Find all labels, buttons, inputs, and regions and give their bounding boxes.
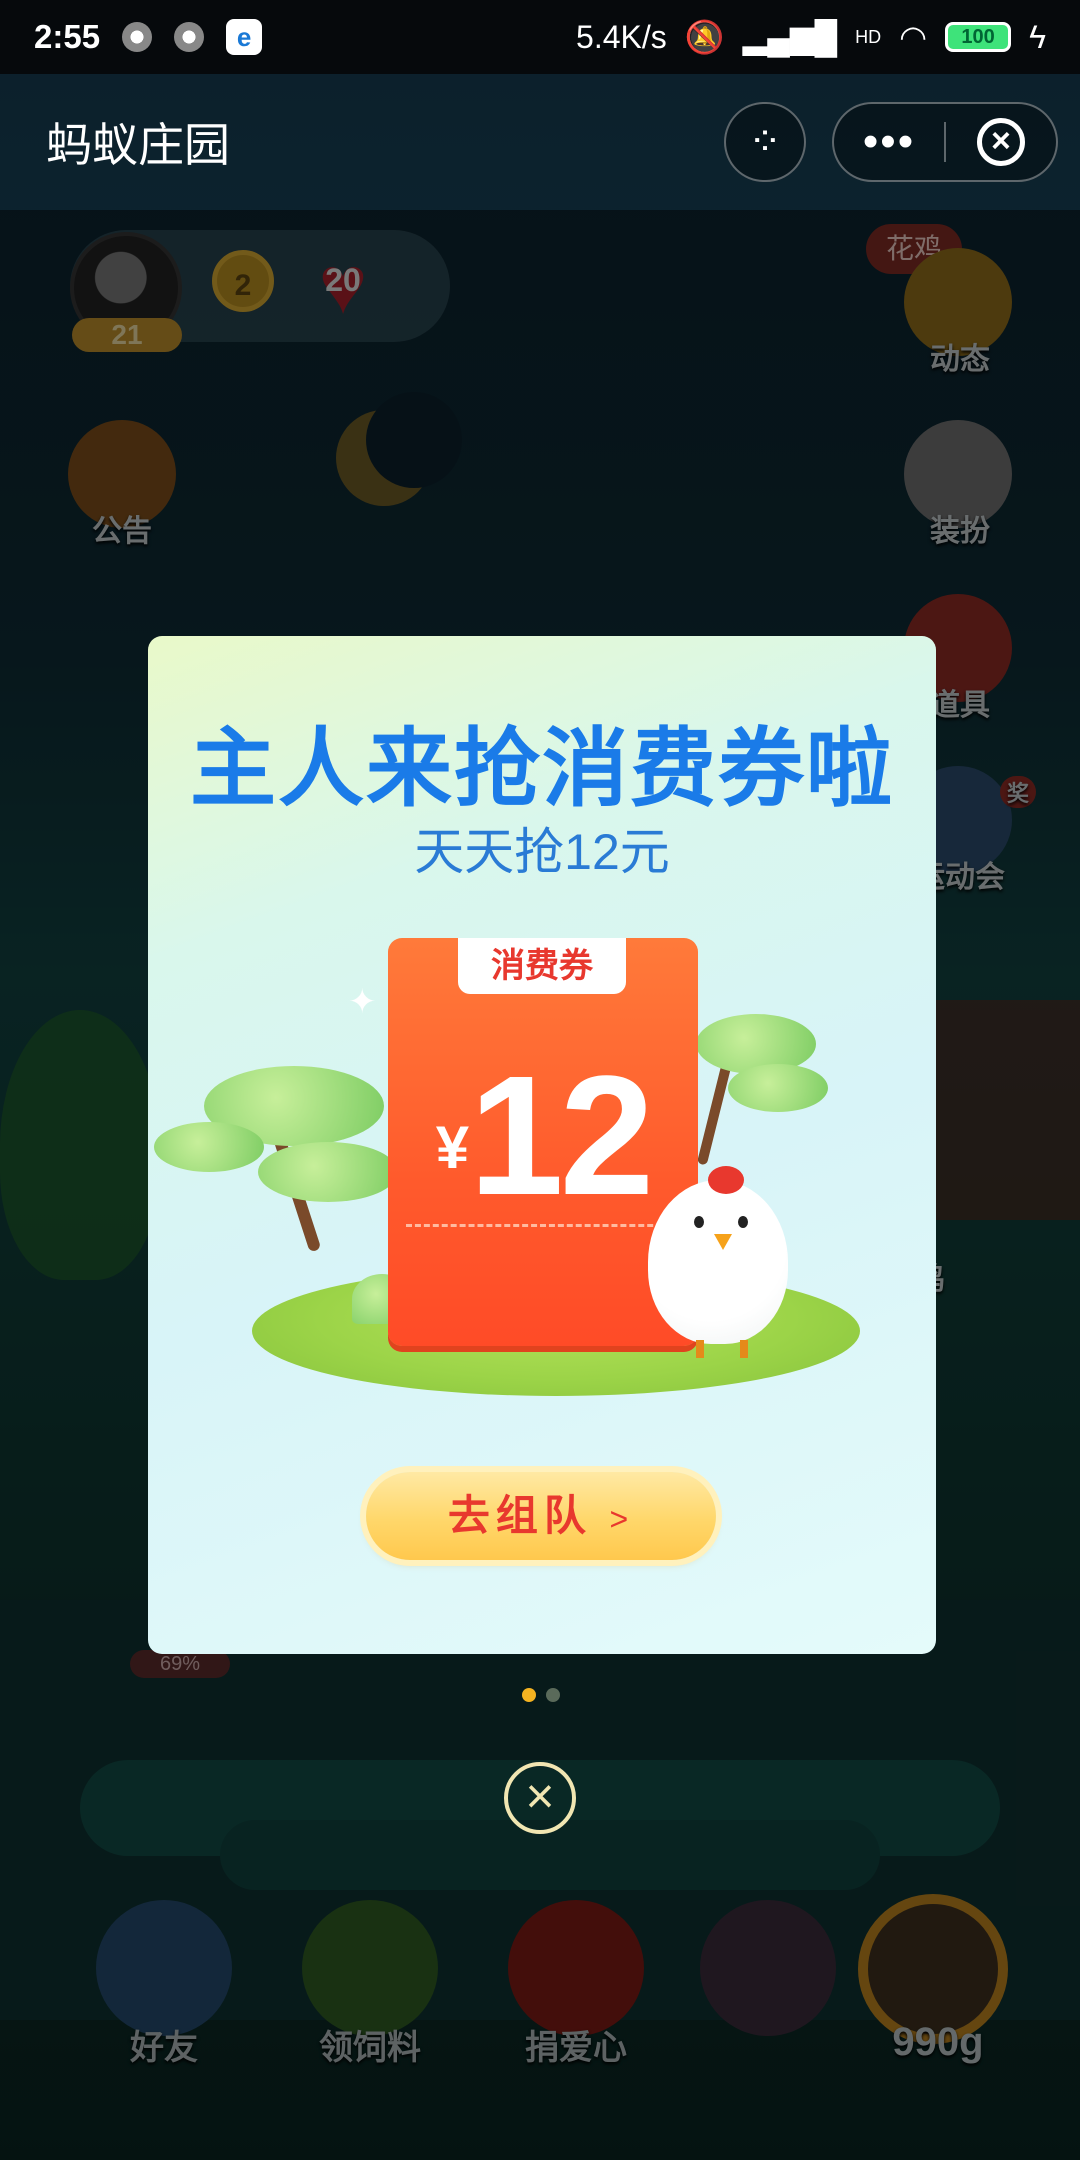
pine-tree <box>258 1142 398 1202</box>
signal-icon: ▂▄▆█ <box>742 19 838 55</box>
pine-tree <box>728 1064 828 1112</box>
chicken-eye <box>694 1216 704 1228</box>
capsule-menu: ••• × <box>832 102 1058 182</box>
network-speed: 5.4K/s <box>576 18 667 55</box>
chevron-right-icon: > <box>609 1501 635 1537</box>
status-bar: 2:55 e 5.4K/s 🔕 ▂▄▆█ HD ◠ 100 ϟ <box>0 0 1080 74</box>
top-bar: 蚂蚁庄园 ⁘ ••• × <box>0 74 1080 210</box>
chicken-foot <box>740 1340 748 1358</box>
scan-button[interactable]: ⁘ <box>724 102 806 182</box>
chicken-foot <box>696 1340 704 1358</box>
modal-subtitle: 天天抢12元 <box>414 824 670 880</box>
coupon-modal: 主人来抢消费券啦 天天抢12元 ✦ 消费券 ¥12 去组队 > <box>148 636 936 1654</box>
coupon-value: ¥12 <box>388 1038 698 1234</box>
pagination-dot-active[interactable] <box>522 1688 536 1702</box>
modal-pagination <box>522 1688 560 1702</box>
scan-icon: ⁘ <box>748 120 782 164</box>
page-title: 蚂蚁庄园 <box>46 119 230 171</box>
coupon-amount: 12 <box>469 1041 654 1231</box>
pine-tree <box>696 1014 816 1074</box>
tree-trunk <box>696 1056 734 1166</box>
sparkle-icon: ✦ <box>348 983 377 1021</box>
battery-icon: 100 <box>945 22 1012 52</box>
battery-level: 100 <box>961 25 995 48</box>
app-screen: 2:55 e 5.4K/s 🔕 ▂▄▆█ HD ◠ 100 ϟ 蚂蚁庄园 ⁘ •… <box>0 0 1080 2160</box>
coupon-tab-label: 消费券 <box>458 938 626 994</box>
join-team-button[interactable]: 去组队 > <box>366 1472 716 1560</box>
notification-icon <box>174 22 205 52</box>
pine-tree <box>154 1122 264 1172</box>
pagination-dot[interactable] <box>546 1688 560 1702</box>
chicken-beak <box>714 1234 732 1250</box>
wifi-icon: ◠ <box>899 19 928 55</box>
more-button[interactable]: ••• <box>834 102 944 182</box>
currency-symbol: ¥ <box>435 1114 470 1181</box>
join-team-label: 去组队 <box>447 1492 592 1539</box>
modal-close-button[interactable]: × <box>504 1762 576 1834</box>
close-icon: × <box>976 118 1025 166</box>
close-button[interactable]: × <box>946 118 1056 166</box>
modal-title: 主人来抢消费券啦 <box>190 721 894 817</box>
browser-app-icon: e <box>226 19 263 55</box>
chicken-mascot <box>648 1180 788 1344</box>
chicken-comb <box>708 1166 744 1194</box>
chicken-eye <box>738 1216 748 1228</box>
charging-icon: ϟ <box>1029 18 1046 55</box>
status-time: 2:55 <box>34 18 101 55</box>
coupon-perforation <box>406 1224 680 1227</box>
hd-label: HD <box>855 26 882 47</box>
notification-icon <box>122 22 153 52</box>
mute-icon: 🔕 <box>684 19 725 55</box>
